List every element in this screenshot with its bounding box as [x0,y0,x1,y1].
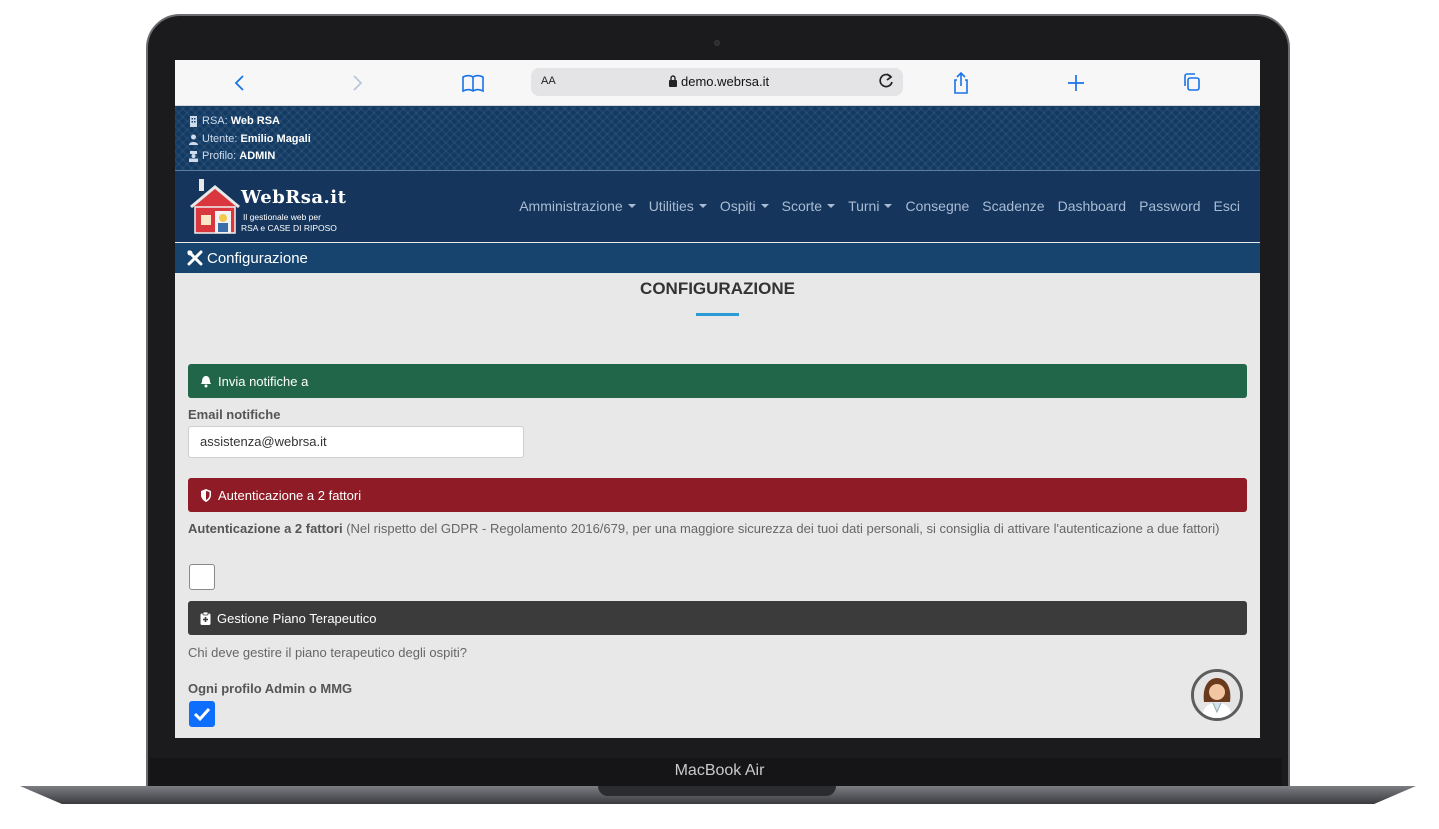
nav-item-scadenze[interactable]: Scadenze [982,198,1044,214]
tools-icon [187,250,203,266]
email-label: Email notifiche [188,407,280,422]
section-title: Autenticazione a 2 fattori [218,487,362,503]
share-icon[interactable] [951,70,971,96]
info-profile-key: Profilo: [202,150,237,162]
session-info-bar: RSA: Web RSA Utente: Emilio Magali Profi… [175,106,1260,171]
browser-toolbar: AA demo.webrsa.it [175,60,1260,106]
nav-label: Esci [1213,198,1240,214]
logo-subtitle: Il gestionale web per [243,212,321,222]
therapy-option-label: Ogni profilo Admin o MMG [188,681,352,696]
therapy-option-checkbox[interactable] [189,701,215,727]
nav-label: Utilities [648,198,694,214]
email-label-text: Email notifiche [188,407,281,422]
nav-item-dashboard[interactable]: Dashboard [1058,198,1127,214]
reader-button[interactable]: AA [541,75,556,87]
twofa-note: (Nel rispetto del GDPR - Regolamento 201… [342,521,1220,536]
logo-title[interactable]: WebRsa.it [241,187,346,208]
device-label: MacBook Air [674,762,765,779]
camera [714,40,720,46]
chevron-left-icon[interactable] [233,70,247,96]
caret-down-icon [760,204,769,208]
nav-item-consegne[interactable]: Consegne [905,198,969,214]
lock-icon [669,75,677,87]
laptop-notch [598,786,836,796]
nav-item-utilities[interactable]: Utilities [649,198,707,214]
nav-item-scorte[interactable]: Scorte [781,198,836,214]
nav-item-esci[interactable]: Esci [1214,198,1240,214]
nav-label: Ospiti [719,198,756,214]
email-field[interactable]: assistenza@webrsa.it [188,426,524,458]
caret-down-icon [698,204,707,208]
laptop-mockup: MacBook Air AA demo.webrsa.it RSA: Web R… [0,0,1439,829]
twofa-description: Autenticazione a 2 fattori (Nel rispetto… [188,519,1238,539]
nav-item-password[interactable]: Password [1139,198,1200,214]
section-therapy: Gestione Piano Terapeutico [188,601,1247,635]
breadcrumb-label: Configurazione [207,249,308,267]
therapy-option-text: Ogni profilo Admin o MMG [188,681,353,696]
info-user-value: Emilio Magali [240,132,311,145]
section-notifications: Invia notifiche a [188,364,1247,398]
caret-down-icon [627,204,636,208]
nav-label: Scadenze [982,198,1045,214]
clipboard-icon [200,611,211,625]
nav-menu: Amministrazione Utilities Ospiti Scorte … [519,198,1240,214]
info-user-key: Utente: [202,132,238,145]
tabs-icon[interactable] [1182,70,1202,96]
page-title: CONFIGURAZIONE [640,279,795,298]
nav-label: Scorte [781,198,823,214]
address-bar[interactable]: AA demo.webrsa.it [531,68,903,96]
nav-label: Dashboard [1057,198,1127,214]
bell-icon [201,375,211,387]
info-profile: Profilo: ADMIN [188,148,1260,166]
url-text: demo.webrsa.it [681,74,770,89]
nav-label: Password [1139,198,1201,214]
info-profile-value: ADMIN [239,150,276,162]
section-title: Invia notifiche a [218,373,309,389]
user-icon [189,134,198,145]
plus-icon[interactable] [1066,70,1086,96]
assistant-avatar[interactable] [1191,669,1243,721]
info-user: Utente: Emilio Magali [188,131,1260,149]
info-rsa-value: Web RSA [230,115,280,127]
breadcrumb: Configurazione [175,243,1260,273]
nav-label: Amministrazione [519,198,623,214]
reload-icon[interactable] [877,71,895,96]
caret-down-icon [884,204,893,208]
nav-label: Turni [848,198,880,214]
chevron-right-icon[interactable] [350,70,364,96]
users-icon [189,151,198,163]
info-rsa-key: RSA: [202,115,228,127]
twofa-checkbox[interactable] [189,564,215,590]
section-twofa: Autenticazione a 2 fattori [188,478,1247,512]
shield-icon [201,488,211,502]
nav-item-ospiti[interactable]: Ospiti [720,198,769,214]
logo-house-icon[interactable] [187,177,247,235]
book-icon[interactable] [461,70,485,96]
nav-label: Consegne [905,198,970,214]
title-underline [696,313,739,316]
check-icon [193,707,211,722]
caret-down-icon [827,204,836,208]
doctor-avatar-icon [1194,672,1240,718]
screen: AA demo.webrsa.it RSA: Web RSA Utente: E… [175,60,1260,738]
logo-subtitle-2: RSA e CASE DI RIPOSO [241,223,337,233]
info-rsa: RSA: Web RSA [188,113,1260,131]
section-title: Gestione Piano Terapeutico [217,610,377,626]
main-navbar: WebRsa.it Il gestionale web per RSA e CA… [175,171,1260,242]
therapy-question: Chi deve gestire il piano terapeutico de… [188,645,467,660]
nav-item-amministrazione[interactable]: Amministrazione [519,198,636,214]
page-content: CONFIGURAZIONE Invia notifiche a Email n… [175,273,1260,738]
building-icon [190,116,197,128]
twofa-label: Autenticazione a 2 fattori [188,521,343,536]
nav-item-turni[interactable]: Turni [848,198,893,214]
